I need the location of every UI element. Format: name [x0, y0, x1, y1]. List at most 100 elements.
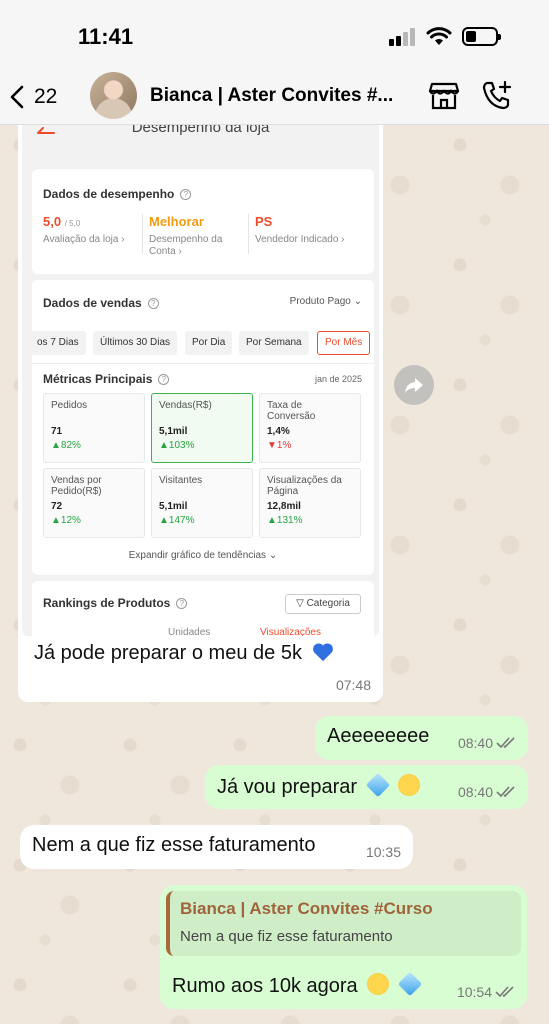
message-text: Já pode preparar o meu de 5k: [34, 642, 302, 664]
arrow-down-icon: ▼: [267, 440, 277, 451]
double-check-icon: [496, 786, 515, 798]
perf-rating[interactable]: 5,0 / 5,0 Avaliação da loja ›: [43, 214, 138, 246]
status-time: 11:41: [78, 24, 134, 49]
metric-change: 103%: [168, 440, 195, 451]
unread-count: 22: [34, 85, 58, 108]
perf-account-label: Desempenho da Conta: [149, 234, 223, 257]
message-time: 07:48: [335, 677, 371, 693]
filter-icon: ▽: [296, 598, 304, 609]
metric-label: Visitantes: [159, 475, 203, 486]
avatar[interactable]: [90, 72, 137, 119]
chip-per-week[interactable]: Por Semana: [239, 331, 309, 355]
message-time: 10:54: [456, 984, 492, 1000]
metric-card[interactable]: Vendas(R$) 5,1mil ▲103%: [151, 393, 253, 463]
metric-change: 131%: [276, 515, 303, 526]
wifi-icon: [426, 27, 452, 45]
chip-7-days[interactable]: os 7 Dias: [30, 331, 86, 355]
perf-account[interactable]: Melhorar Desempenho da Conta ›: [149, 214, 244, 258]
sales-title: Dados de vendas: [43, 296, 142, 310]
forward-button[interactable]: [394, 365, 434, 405]
message-text: Nem a que fiz esse faturamento: [32, 834, 316, 856]
help-icon[interactable]: ?: [147, 298, 159, 309]
metric-label: Visualizações da Página: [267, 475, 342, 497]
chip-per-day[interactable]: Por Dia: [185, 331, 233, 355]
metric-card[interactable]: Taxa de Conversão 1,4% ▼1%: [259, 393, 361, 463]
perf-rating-label: Avaliação da loja: [43, 234, 119, 245]
contact-name[interactable]: Bianca | Aster Convites #...: [150, 85, 420, 107]
metric-card[interactable]: Pedidos 71 ▲82%: [43, 393, 145, 463]
message-time: 08:40: [457, 735, 493, 751]
expand-trends-label: Expandir gráfico de tendências: [128, 550, 267, 561]
double-check-icon: [496, 737, 515, 749]
metric-value: 5,1mil: [159, 426, 188, 437]
forward-icon: [405, 378, 423, 393]
divider: [142, 214, 143, 254]
arrow-up-icon: ▲: [51, 440, 61, 451]
perf-seller-value: PS: [255, 214, 273, 229]
double-check-icon: [495, 986, 514, 998]
metric-value: 5,1mil: [159, 501, 188, 512]
star-struck-emoji: [367, 973, 390, 995]
chip-per-month[interactable]: Por Mês: [317, 331, 371, 355]
star-struck-emoji: [398, 774, 421, 796]
metrics-title: Métricas Principais: [43, 372, 153, 386]
arrow-up-icon: ▲: [51, 515, 61, 526]
metric-change: 12%: [60, 515, 81, 526]
help-icon[interactable]: ?: [180, 189, 192, 200]
back-button[interactable]: 22: [10, 80, 57, 114]
performance-title: Dados de desempenho: [43, 187, 175, 201]
image-message-bubble[interactable]: Desempenho da loja Dados de desempenho? …: [18, 125, 383, 702]
help-icon[interactable]: ?: [158, 374, 170, 385]
col-views[interactable]: Visualizações: [260, 627, 321, 636]
metric-value: 1,4%: [267, 426, 290, 437]
message-bubble-outgoing[interactable]: Já vou preparar 08:40: [205, 765, 528, 809]
shared-screenshot[interactable]: Desempenho da loja Dados de desempenho? …: [22, 125, 379, 636]
category-filter-button[interactable]: ▽ Categoria: [285, 594, 361, 614]
chevron-down-icon: ⌄: [353, 296, 362, 307]
arrow-up-icon: ▲: [159, 515, 169, 526]
store-icon[interactable]: [428, 81, 460, 111]
col-units[interactable]: Unidades: [168, 627, 210, 636]
cellular-signal-icon: [389, 28, 419, 46]
quoted-message[interactable]: Bianca | Aster Convites #Curso Nem a que…: [166, 891, 521, 956]
quote-author: Bianca | Aster Convites #Curso: [180, 899, 433, 918]
message-time: 10:35: [365, 844, 401, 860]
perf-seller[interactable]: PS Vendedor Indicado ›: [255, 214, 365, 246]
divider: [32, 363, 374, 364]
add-call-icon[interactable]: [481, 80, 513, 110]
sales-card: Dados de vendas? Produto Pago ⌄ os 7 Dia…: [30, 280, 374, 575]
message-time: 08:40: [457, 784, 493, 800]
expand-trends-button[interactable]: Expandir gráfico de tendências ⌄: [32, 550, 374, 561]
chip-30-days[interactable]: Últimos 30 Dias: [93, 331, 178, 355]
arrow-up-icon: ▲: [267, 515, 277, 526]
metric-label: Taxa de Conversão: [267, 400, 316, 422]
help-icon[interactable]: ?: [176, 598, 188, 609]
message-bubble-incoming[interactable]: Nem a que fiz esse faturamento 10:35: [20, 825, 413, 869]
perf-account-value: Melhorar: [149, 214, 204, 229]
product-filter-dropdown[interactable]: Produto Pago ⌄: [290, 296, 362, 307]
perf-rating-suffix: / 5,0: [64, 219, 81, 228]
message-bubble-outgoing-reply[interactable]: Bianca | Aster Convites #Curso Nem a que…: [160, 885, 527, 1009]
metric-card[interactable]: Vendas por Pedido(R$) 72 ▲12%: [43, 468, 145, 538]
quote-text: Nem a que fiz esse faturamento: [180, 928, 393, 945]
chevron-down-icon: ⌄: [268, 550, 278, 561]
metric-change: 147%: [168, 515, 195, 526]
perf-rating-value: 5,0: [43, 214, 62, 229]
status-bar: 11:41: [0, 0, 549, 70]
message-bubble-outgoing[interactable]: Aeeeeeeee 08:40: [315, 716, 528, 760]
message-text: Aeeeeeeee: [327, 725, 430, 747]
metric-value: 12,8mil: [267, 501, 301, 512]
period-label: jan de 2025: [314, 374, 362, 384]
back-chevron-icon: [10, 85, 24, 109]
performance-card: Dados de desempenho? 5,0 / 5,0 Avaliação…: [32, 169, 374, 274]
screenshot-title: Desempenho da loja: [131, 125, 270, 136]
blue-heart-emoji: [312, 643, 333, 662]
gem-emoji: [365, 772, 390, 798]
metric-card[interactable]: Visualizações da Página 12,8mil ▲131%: [259, 468, 361, 538]
metric-label: Pedidos: [51, 400, 88, 411]
rankings-title: Rankings de Produtos: [43, 596, 171, 610]
metric-card[interactable]: Visitantes 5,1mil ▲147%: [151, 468, 253, 538]
metric-change: 1%: [276, 440, 292, 451]
metric-label: Vendas(R$): [159, 400, 212, 411]
gem-emoji: [397, 971, 422, 997]
